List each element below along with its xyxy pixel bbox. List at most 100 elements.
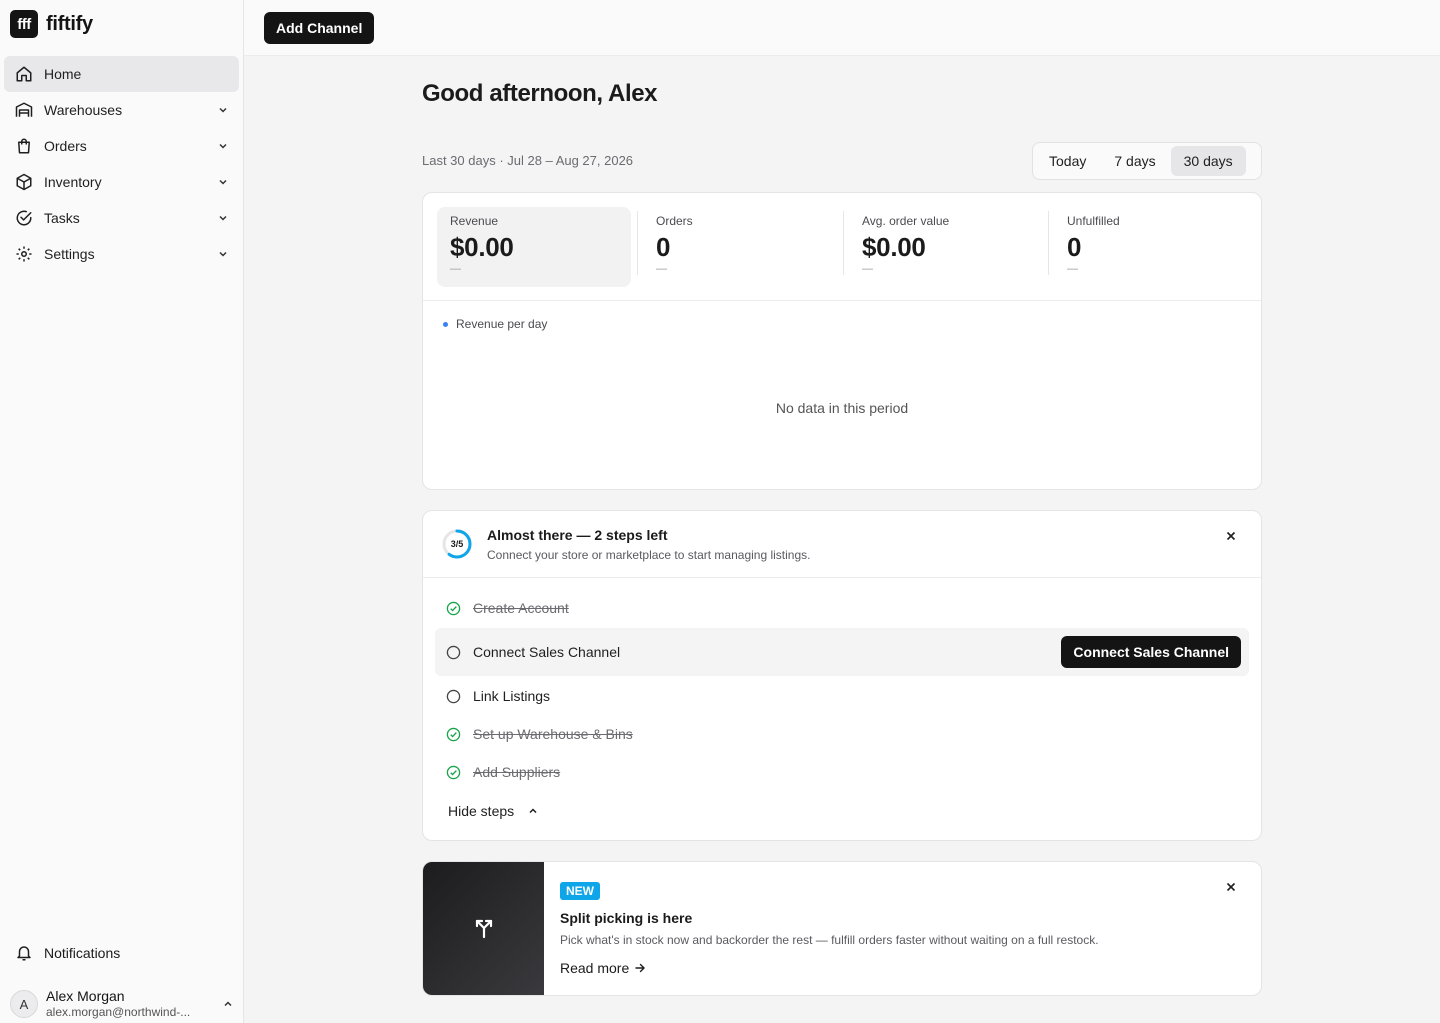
step-label: Connect Sales Channel bbox=[473, 644, 621, 660]
stat-delta: — bbox=[862, 263, 873, 275]
sidebar-item-label: Settings bbox=[44, 246, 95, 262]
stat-value: 0 bbox=[1067, 232, 1082, 262]
sidebar-item-orders[interactable]: Orders bbox=[4, 128, 239, 164]
box-icon bbox=[14, 172, 34, 192]
shopping-bag-icon bbox=[14, 136, 34, 156]
legend-label: Revenue per day bbox=[456, 317, 548, 331]
promo-title: Split picking is here bbox=[560, 910, 693, 926]
sidebar: fff fiftify Home Warehouses Orders Inven… bbox=[0, 0, 244, 1023]
promo-description: Pick what's in stock now and backorder t… bbox=[560, 933, 1099, 947]
add-channel-button[interactable]: Add Channel bbox=[264, 12, 375, 44]
stat-value: $0.00 bbox=[862, 232, 926, 262]
sidebar-item-label: Tasks bbox=[44, 210, 80, 226]
chevron-down-icon[interactable] bbox=[217, 212, 229, 224]
stat-divider bbox=[637, 211, 638, 275]
chart-legend: Revenue per day bbox=[443, 317, 547, 331]
check-circle-icon bbox=[445, 726, 461, 742]
range-today-button[interactable]: Today bbox=[1036, 146, 1099, 176]
sidebar-item-inventory[interactable]: Inventory bbox=[4, 164, 239, 200]
hide-steps-button[interactable]: Hide steps bbox=[448, 803, 538, 819]
sidebar-item-label: Inventory bbox=[44, 174, 102, 190]
onboarding-header: 3/5 Almost there — 2 steps left Connect … bbox=[423, 511, 1261, 578]
connect-sales-channel-button[interactable]: Connect Sales Channel bbox=[1061, 636, 1241, 668]
step-set-up-warehouse[interactable]: Set up Warehouse & Bins bbox=[435, 715, 1249, 753]
check-circle-icon bbox=[14, 208, 34, 228]
step-label: Link Listings bbox=[473, 688, 551, 704]
onboarding-title: Almost there — 2 steps left bbox=[487, 527, 668, 543]
step-add-suppliers[interactable]: Add Suppliers bbox=[435, 753, 1249, 791]
read-more-link[interactable]: Read more bbox=[560, 960, 646, 976]
stat-label: Avg. order value bbox=[862, 214, 950, 228]
promo-illustration bbox=[423, 862, 544, 995]
stat-divider bbox=[843, 211, 844, 275]
date-range-selector: Today 7 days 30 days bbox=[1032, 142, 1262, 180]
warehouse-icon bbox=[14, 100, 34, 120]
legend-dot bbox=[443, 321, 448, 327]
split-arrow-icon bbox=[472, 915, 496, 944]
range-7-days-button[interactable]: 7 days bbox=[1101, 146, 1168, 176]
sidebar-item-tasks[interactable]: Tasks bbox=[4, 200, 239, 236]
chevron-up-icon bbox=[528, 803, 538, 819]
close-icon[interactable] bbox=[1223, 879, 1239, 895]
step-link-listings[interactable]: Link Listings bbox=[435, 677, 1249, 715]
stat-label: Revenue bbox=[450, 214, 499, 228]
gear-icon bbox=[14, 244, 34, 264]
read-more-label: Read more bbox=[560, 960, 630, 976]
step-label: Create Account bbox=[473, 600, 569, 616]
user-menu[interactable]: A Alex Morgan alex.morgan@northwind-... bbox=[10, 986, 234, 1022]
stat-value: $0.00 bbox=[450, 232, 514, 262]
onboarding-card: 3/5 Almost there — 2 steps left Connect … bbox=[422, 510, 1262, 841]
sidebar-item-label: Orders bbox=[44, 138, 87, 154]
check-circle-icon bbox=[445, 600, 461, 616]
user-email: alex.morgan@northwind-... bbox=[46, 1005, 191, 1019]
user-info: Alex Morgan alex.morgan@northwind-... bbox=[46, 988, 222, 1020]
empty-circle-icon bbox=[445, 688, 461, 704]
stat-unfulfilled[interactable]: Unfulfilled 0 — bbox=[1054, 207, 1248, 287]
home-icon bbox=[14, 64, 34, 84]
page-title: Good afternoon, Alex bbox=[422, 80, 658, 107]
sidebar-item-settings[interactable]: Settings bbox=[4, 236, 239, 272]
step-label: Set up Warehouse & Bins bbox=[473, 726, 633, 742]
range-30-days-button[interactable]: 30 days bbox=[1170, 146, 1246, 176]
stats-card: Revenue $0.00 — Orders 0 — Avg. order va… bbox=[422, 192, 1262, 490]
stat-divider bbox=[1048, 211, 1049, 275]
onboarding-subtitle: Connect your store or marketplace to sta… bbox=[487, 548, 811, 562]
empty-circle-icon bbox=[445, 644, 461, 660]
step-connect-sales-channel[interactable]: Connect Sales Channel Connect Sales Chan… bbox=[435, 628, 1249, 676]
sidebar-item-home[interactable]: Home bbox=[4, 56, 239, 92]
chevron-down-icon[interactable] bbox=[217, 248, 229, 260]
period-label: Last 30 days · Jul 28 – Aug 27, 2026 bbox=[422, 153, 634, 168]
chart-empty-message: No data in this period bbox=[775, 400, 909, 416]
notifications-label: Notifications bbox=[44, 945, 121, 961]
stat-delta: — bbox=[1067, 263, 1078, 275]
bell-icon bbox=[14, 943, 34, 963]
stat-delta: — bbox=[450, 263, 461, 275]
brand-logo: fff bbox=[10, 10, 38, 38]
chevron-down-icon[interactable] bbox=[217, 140, 229, 152]
promo-card: NEW Split picking is here Pick what's in… bbox=[422, 861, 1262, 996]
brand-name: fiftify bbox=[46, 12, 93, 35]
avatar: A bbox=[10, 990, 38, 1018]
user-name: Alex Morgan bbox=[46, 988, 125, 1004]
close-icon[interactable] bbox=[1223, 528, 1239, 544]
stat-avg-order-value[interactable]: Avg. order value $0.00 — bbox=[849, 207, 1043, 287]
chevron-down-icon[interactable] bbox=[217, 104, 229, 116]
sidebar-item-warehouses[interactable]: Warehouses bbox=[4, 92, 239, 128]
chevron-up-icon[interactable] bbox=[222, 998, 234, 1010]
topbar: Add Channel bbox=[244, 0, 1440, 56]
new-badge: NEW bbox=[560, 882, 600, 900]
sidebar-item-notifications[interactable]: Notifications bbox=[4, 935, 239, 971]
sidebar-item-label: Warehouses bbox=[44, 102, 123, 118]
chevron-down-icon[interactable] bbox=[217, 176, 229, 188]
sidebar-item-label: Home bbox=[44, 66, 82, 82]
check-circle-icon bbox=[445, 764, 461, 780]
brand[interactable]: fff fiftify bbox=[10, 10, 93, 38]
stats-row: Revenue $0.00 — Orders 0 — Avg. order va… bbox=[423, 193, 1261, 301]
hide-steps-label: Hide steps bbox=[448, 803, 515, 819]
stat-revenue[interactable]: Revenue $0.00 — bbox=[437, 207, 631, 287]
progress-text: 3/5 bbox=[450, 539, 464, 549]
stat-label: Orders bbox=[656, 214, 693, 228]
arrow-right-icon bbox=[635, 960, 646, 976]
stat-orders[interactable]: Orders 0 — bbox=[643, 207, 837, 287]
step-create-account[interactable]: Create Account bbox=[435, 589, 1249, 627]
